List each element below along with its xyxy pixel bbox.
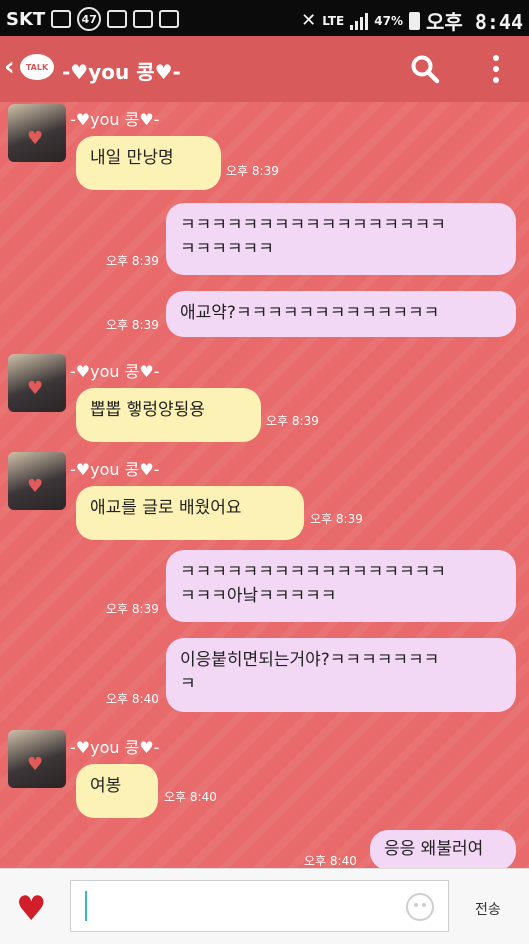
status-bar: SKT 47 ✕ LTE 47% 오후 8:44 bbox=[0, 0, 529, 36]
message-bubble[interactable]: 응응 왜불러여 bbox=[370, 830, 516, 870]
text-cursor bbox=[85, 891, 87, 921]
emoticon-icon[interactable] bbox=[406, 893, 434, 921]
sender-name: -♥you 콩♥- bbox=[70, 110, 160, 129]
back-button[interactable]: ‹ bbox=[4, 52, 15, 82]
app-icon bbox=[133, 10, 154, 28]
mute-icon: ✕ bbox=[301, 10, 317, 31]
clock: 오후 8:44 bbox=[425, 10, 523, 34]
message-input[interactable] bbox=[70, 880, 449, 932]
message-bubble[interactable]: 애교약?ㅋㅋㅋㅋㅋㅋㅋㅋㅋㅋㅋㅋㅋ bbox=[166, 291, 516, 337]
search-icon[interactable] bbox=[410, 54, 440, 84]
message-time: 오후 8:39 bbox=[266, 414, 319, 428]
input-bar: ♥ 전송 bbox=[0, 868, 529, 944]
message-time: 오후 8:39 bbox=[226, 164, 279, 178]
avatar[interactable]: ♥ bbox=[8, 452, 66, 510]
sender-name: -♥you 콩♥- bbox=[70, 738, 160, 757]
send-button[interactable]: 전송 bbox=[475, 899, 501, 919]
heart-icon: ♥ bbox=[27, 128, 44, 149]
status-left: SKT 47 bbox=[6, 7, 180, 31]
message-bubble[interactable]: 뽑뽑 햏렁양됭용 bbox=[76, 388, 261, 442]
status-right: ✕ LTE 47% 오후 8:44 bbox=[301, 6, 523, 35]
chat-header: ‹ TALK -♥you 콩♥- bbox=[0, 36, 529, 102]
message-time: 오후 8:39 bbox=[310, 512, 363, 526]
avatar[interactable]: ♥ bbox=[8, 104, 66, 162]
network-label: LTE bbox=[322, 13, 345, 28]
message-time: 오후 8:39 bbox=[106, 602, 159, 616]
message-time: 오후 8:40 bbox=[106, 692, 159, 706]
carrier-label: SKT bbox=[6, 8, 46, 30]
chat-area[interactable]: ♥ -♥you 콩♥- 내일 만낭명 오후 8:39 오후 8:39 ㅋㅋㅋㅋㅋ… bbox=[0, 102, 529, 870]
notification-badge: 47 bbox=[77, 7, 102, 31]
message-bubble[interactable]: ㅋㅋㅋㅋㅋㅋㅋㅋㅋㅋㅋㅋㅋㅋㅋㅋㅋ ㅋㅋㅋㅋㅋㅋ bbox=[166, 203, 516, 275]
download-icon bbox=[159, 10, 180, 28]
chat-title: -♥you 콩♥- bbox=[62, 60, 181, 84]
sender-name: -♥you 콩♥- bbox=[70, 460, 160, 479]
signal-icon bbox=[350, 12, 369, 30]
notification-icon bbox=[51, 10, 72, 28]
heart-icon: ♥ bbox=[27, 378, 44, 399]
talk-logo: TALK bbox=[20, 54, 54, 80]
image-icon bbox=[107, 10, 128, 28]
more-menu-icon[interactable] bbox=[490, 54, 502, 84]
message-bubble[interactable]: 여봉 bbox=[76, 764, 158, 818]
battery-icon bbox=[408, 11, 420, 30]
sender-name: -♥you 콩♥- bbox=[70, 362, 160, 381]
message-bubble[interactable]: 이응붙히면되는거야?ㅋㅋㅋㅋㅋㅋㅋ ㅋ bbox=[166, 638, 516, 712]
message-time: 오후 8:40 bbox=[164, 790, 217, 804]
message-bubble[interactable]: 애교를 글로 배웠어요 bbox=[76, 486, 304, 540]
battery-label: 47% bbox=[374, 13, 403, 28]
message-bubble[interactable]: ㅋㅋㅋㅋㅋㅋㅋㅋㅋㅋㅋㅋㅋㅋㅋㅋㅋ ㅋㅋㅋ아낰ㅋㅋㅋㅋㅋ bbox=[166, 550, 516, 622]
message-time: 오후 8:39 bbox=[106, 254, 159, 268]
message-time: 오후 8:40 bbox=[304, 854, 357, 868]
heart-icon: ♥ bbox=[27, 476, 44, 497]
avatar[interactable]: ♥ bbox=[8, 730, 66, 788]
message-bubble[interactable]: 내일 만낭명 bbox=[76, 136, 221, 190]
heart-emoticon-button[interactable]: ♥ bbox=[16, 889, 46, 929]
message-time: 오후 8:39 bbox=[106, 318, 159, 332]
heart-icon: ♥ bbox=[27, 754, 44, 775]
avatar[interactable]: ♥ bbox=[8, 354, 66, 412]
